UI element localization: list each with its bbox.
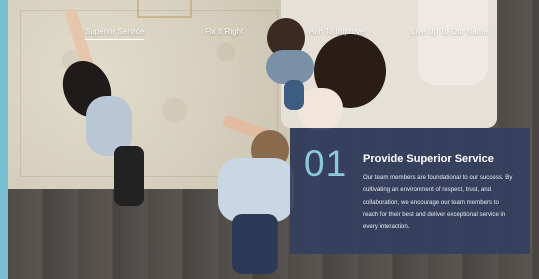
info-panel: 01 Provide Superior Service Our team mem… [290, 128, 530, 254]
panel-description: Our team members are foundational to our… [363, 174, 513, 231]
photo-person-child-legs [284, 80, 304, 110]
photo-person-man-legs [232, 214, 278, 274]
nav-item-aim-to-improve[interactable]: Aim To Improve [309, 26, 364, 38]
panel-number: 01 [304, 143, 348, 184]
nav-item-superior-service[interactable]: Superior Service [85, 26, 145, 40]
panel-title: Provide Superior Service [363, 153, 494, 165]
photo-person-man-body [218, 158, 294, 222]
hero-section: Superior Service Fix It Right Aim To Imp… [0, 0, 539, 279]
background-table [137, 0, 192, 18]
photo-person-child-body [266, 50, 314, 84]
nav-item-live-up-to-our-name[interactable]: Live Up To Our Name [411, 26, 488, 38]
left-accent-bar [0, 0, 8, 279]
photo-person-woman-legs [114, 146, 144, 206]
nav-item-fix-it-right[interactable]: Fix It Right [205, 26, 243, 38]
section-nav: Superior Service Fix It Right Aim To Imp… [8, 26, 539, 46]
